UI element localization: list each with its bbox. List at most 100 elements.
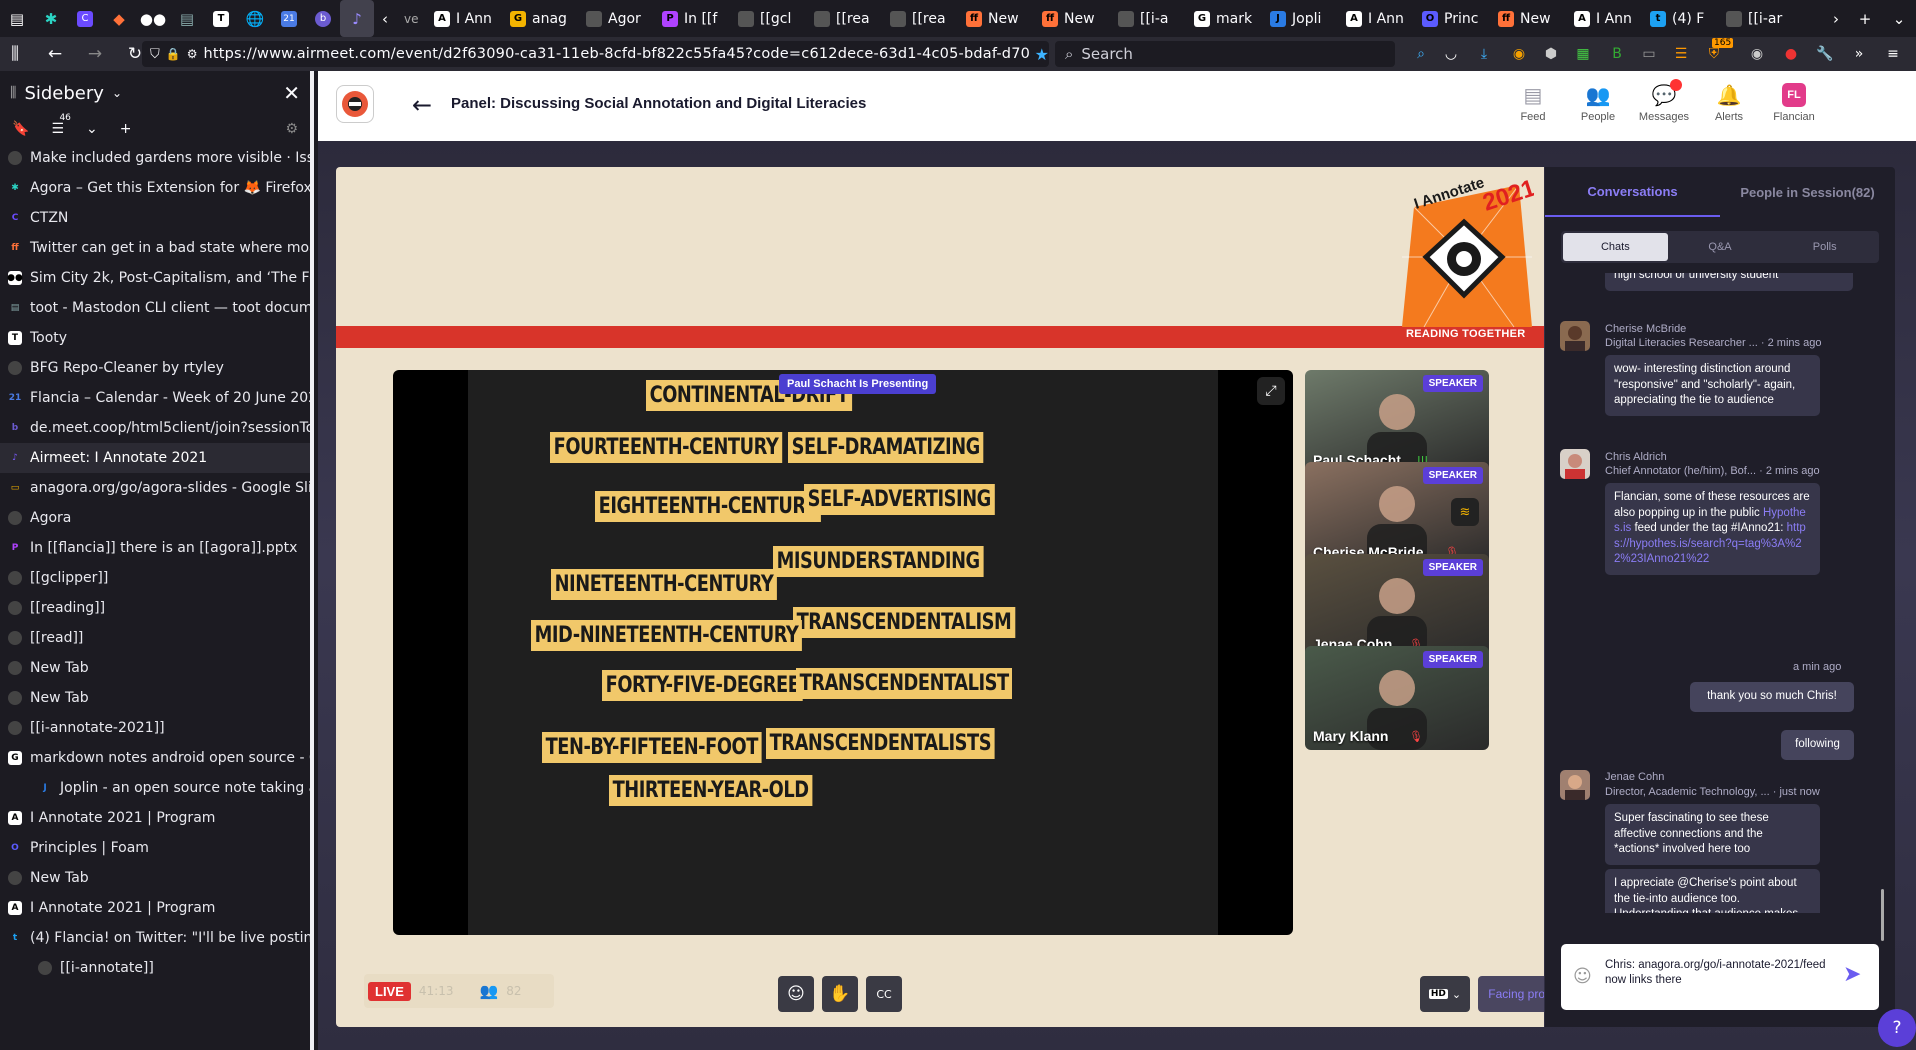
sidebar-tab-item[interactable]: C CTZN: [0, 203, 310, 233]
quality-selector[interactable]: HD ⌄: [1420, 976, 1470, 1012]
back-icon[interactable]: ←: [40, 37, 70, 71]
speaker-tile[interactable]: SPEAKER Paul Schacht |||: [1305, 370, 1489, 474]
sidebar-tab-item[interactable]: P In [[flancia]] there is an [[agora]].pp…: [0, 533, 310, 563]
pinned-tab-toot[interactable]: ▤: [170, 0, 204, 37]
sidebar-tab-item[interactable]: A I Annotate 2021 | Program: [0, 803, 310, 833]
browser-tab[interactable]: ff New: [1490, 0, 1566, 37]
browser-tab[interactable]: [[rea: [806, 0, 882, 37]
pinned-tab-firefox[interactable]: ◆: [102, 0, 136, 37]
browser-tab[interactable]: [[gcl: [730, 0, 806, 37]
sidebar-tab-item[interactable]: ●● Sim City 2k, Post-Capitalism, and ‘The…: [0, 263, 310, 293]
chevron-down-icon[interactable]: ⌄: [112, 86, 122, 100]
settings-gear-icon[interactable]: ⚙: [285, 121, 298, 137]
browser-tab[interactable]: A I Ann: [1566, 0, 1642, 37]
speaker-tile[interactable]: SPEAKER Mary Klann 🎙: [1305, 646, 1489, 750]
browser-tab[interactable]: Agor: [578, 0, 654, 37]
help-icon[interactable]: ?: [1878, 1009, 1916, 1047]
overflow-chevron-icon[interactable]: »: [1848, 43, 1870, 65]
nav-profile[interactable]: FL Flancian: [1764, 83, 1824, 123]
panel-chevron-icon[interactable]: ⌄: [86, 121, 98, 137]
browser-tab[interactable]: O Princ: [1414, 0, 1490, 37]
emoji-reaction-icon[interactable]: ☺: [778, 976, 814, 1012]
tabs-panel-icon[interactable]: ☰ 46: [51, 113, 70, 137]
url-text[interactable]: https://www.airmeet.com/event/d2f63090-c…: [203, 46, 1028, 62]
sidebar-tab-item[interactable]: [[reading]]: [0, 593, 310, 623]
pinned-tab-globe[interactable]: 🌐: [238, 0, 272, 37]
sidebar-tab-item[interactable]: ♪ Airmeet: I Annotate 2021: [0, 443, 310, 473]
wrench-icon[interactable]: 🔧: [1814, 43, 1836, 65]
fullscreen-icon[interactable]: ⤢: [1257, 377, 1285, 405]
subtab-qa[interactable]: Q&A: [1668, 233, 1773, 261]
sidebar-tab-item[interactable]: O Principles | Foam: [0, 833, 310, 863]
browser-tab[interactable]: P In [[f: [654, 0, 730, 37]
raise-hand-icon[interactable]: ✋: [822, 976, 858, 1012]
sidebar-tab-item[interactable]: 21 Flancia – Calendar - Week of 20 June 2…: [0, 383, 310, 413]
sidebar-tab-item[interactable]: New Tab: [0, 863, 310, 893]
captions-icon[interactable]: CC: [866, 976, 902, 1012]
sidebar-title[interactable]: Sidebery: [24, 83, 103, 104]
browser-tab[interactable]: [[rea: [882, 0, 958, 37]
sidebar-tab-item[interactable]: New Tab: [0, 653, 310, 683]
pinned-tab-bbb[interactable]: b: [306, 0, 340, 37]
library-icon[interactable]: ⫼: [0, 37, 30, 71]
sidebar-toggle-icon[interactable]: ▤: [0, 0, 34, 37]
sidebar-tab-item[interactable]: ff Twitter can get in a bad state where m…: [0, 233, 310, 263]
chat-scrollbar[interactable]: [1881, 889, 1884, 941]
tab-scroll-left-icon[interactable]: ‹: [374, 0, 396, 37]
chat-input[interactable]: Chris: anagora.org/go/i-annotate-2021/fe…: [1605, 958, 1835, 988]
browser-tab[interactable]: Gmark: [1186, 0, 1262, 37]
evernote-icon[interactable]: B: [1606, 43, 1628, 65]
table-extension-icon[interactable]: ▦: [1572, 43, 1594, 65]
sidebar-tab-item[interactable]: [[i-annotate]]: [0, 953, 310, 983]
sidebar-tab-item[interactable]: ✱ Agora – Get this Extension for 🦊 Firefo…: [0, 173, 310, 203]
speaker-tile[interactable]: SPEAKER Jenae Cohn 🎙: [1305, 554, 1489, 658]
sidebar-tab-item[interactable]: Make included gardens more visible · Iss…: [0, 143, 310, 173]
address-bar[interactable]: ⛉ 🔒 ⚙ https://www.airmeet.com/event/d2f6…: [142, 41, 1049, 67]
record-extension-icon[interactable]: ●: [1780, 43, 1802, 65]
sidebar-tab-item[interactable]: Agora: [0, 503, 310, 533]
chat-composer[interactable]: ☺ Chris: anagora.org/go/i-annotate-2021/…: [1561, 944, 1879, 1010]
back-arrow-icon[interactable]: ←: [412, 91, 432, 119]
browser-tab[interactable]: A I Ann: [426, 0, 502, 37]
add-panel-icon[interactable]: +: [120, 121, 132, 137]
sidebar-tab-item[interactable]: b de.meet.coop/html5client/join?sessionTo…: [0, 413, 310, 443]
pinned-tab-ctzn[interactable]: C: [68, 0, 102, 37]
nav-messages[interactable]: 💬 Messages: [1634, 79, 1694, 123]
sidebar-tab-item[interactable]: ▤ toot - Mastodon CLI client — toot docum…: [0, 293, 310, 323]
emoji-picker-icon[interactable]: ☺: [1573, 966, 1592, 987]
burger-extension-icon[interactable]: ☰: [1670, 43, 1692, 65]
pocket-icon[interactable]: ◡: [1440, 43, 1462, 65]
browser-tab[interactable]: Ganag: [502, 0, 578, 37]
hamburger-menu-icon[interactable]: ≡: [1882, 43, 1904, 65]
reader-icon[interactable]: ▭: [1638, 43, 1660, 65]
sidebar-tab-item[interactable]: [[read]]: [0, 623, 310, 653]
nav-alerts[interactable]: 🔔 Alerts: [1699, 83, 1759, 124]
send-icon[interactable]: ➤: [1843, 962, 1861, 987]
browser-tab[interactable]: A I Ann: [1338, 0, 1414, 37]
subtab-chats[interactable]: Chats: [1563, 233, 1668, 261]
pinned-tab-calendar[interactable]: 21: [272, 0, 306, 37]
browser-tab[interactable]: [[i-a: [1110, 0, 1186, 37]
browser-tab[interactable]: ve: [396, 0, 426, 37]
pinned-tab-airmeet-active[interactable]: ♪: [340, 0, 374, 37]
browser-tab[interactable]: t (4) F: [1642, 0, 1718, 37]
sidebar-tab-item[interactable]: [[i-annotate-2021]]: [0, 713, 310, 743]
browser-tab[interactable]: ff New: [1034, 0, 1110, 37]
sidebar-tab-item[interactable]: t (4) Flancia! on Twitter: "I'll be live …: [0, 923, 310, 953]
search-engine-icon[interactable]: ⌕: [1410, 43, 1432, 65]
tab-conversations[interactable]: Conversations: [1545, 167, 1720, 217]
browser-tab[interactable]: [[i-ar: [1718, 0, 1794, 37]
container-icon[interactable]: ⬢: [1540, 43, 1562, 65]
sidebar-tab-item[interactable]: Gmarkdown notes android open source - Go…: [0, 743, 310, 773]
close-sidebar-icon[interactable]: ✕: [283, 81, 300, 105]
sidebar-tab-item[interactable]: T Tooty: [0, 323, 310, 353]
tab-list-chevron-icon[interactable]: ⌄: [1882, 0, 1916, 37]
new-tab-icon[interactable]: +: [1848, 0, 1882, 37]
forward-icon[interactable]: →: [80, 37, 110, 71]
subtab-polls[interactable]: Polls: [1772, 233, 1877, 261]
pinned-tab-tooty[interactable]: T: [204, 0, 238, 37]
browser-tab[interactable]: ff New: [958, 0, 1034, 37]
sidebar-tab-item[interactable]: New Tab: [0, 683, 310, 713]
bookmark-star-icon[interactable]: ★: [1035, 45, 1049, 64]
tab-people-in-session[interactable]: People in Session(82): [1720, 167, 1895, 217]
